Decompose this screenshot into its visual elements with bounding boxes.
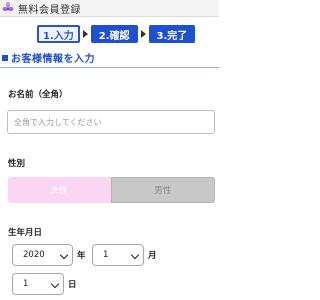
month-value: 1 [103, 250, 109, 260]
header-bar: 無料会員登録 [0, 0, 219, 17]
year-value: 2020 [23, 250, 45, 260]
gender-female-button[interactable]: 女性 [8, 177, 111, 203]
square-bullet-icon [2, 54, 8, 61]
year-unit: 年 [77, 251, 86, 261]
name-placeholder: 全角で入力してください [14, 117, 102, 127]
section-title: お客様情報を入力 [11, 54, 95, 65]
section-heading: お客様情報を入力 [0, 48, 219, 68]
page-title: 無料会員登録 [18, 4, 81, 16]
chevron-down-icon [130, 250, 140, 260]
year-select[interactable]: 2020 [12, 244, 73, 266]
month-unit: 月 [148, 251, 157, 261]
step-indicator: 1.入力 2.確認 3.完了 [37, 25, 196, 43]
name-label: お名前（全角） [8, 90, 68, 100]
step-arrow-icon [82, 30, 88, 38]
chevron-down-icon [50, 279, 60, 289]
birthday-label: 生年月日 [8, 228, 43, 238]
day-value: 1 [23, 279, 29, 289]
flower-icon [2, 2, 14, 14]
chevron-down-icon [59, 250, 69, 260]
gender-male-button[interactable]: 男性 [110, 177, 215, 203]
step-confirm: 2.確認 [90, 25, 138, 43]
gender-label: 性別 [8, 159, 26, 169]
month-select[interactable]: 1 [92, 244, 144, 266]
step-complete: 3.完了 [148, 25, 196, 43]
gender-toggle: 女性 男性 [8, 177, 215, 203]
step-arrow-icon [140, 30, 146, 38]
day-select[interactable]: 1 [12, 273, 64, 295]
name-input[interactable]: 全角で入力してください [7, 110, 215, 134]
day-unit: 日 [68, 280, 77, 290]
step-input: 1.入力 [37, 25, 80, 43]
